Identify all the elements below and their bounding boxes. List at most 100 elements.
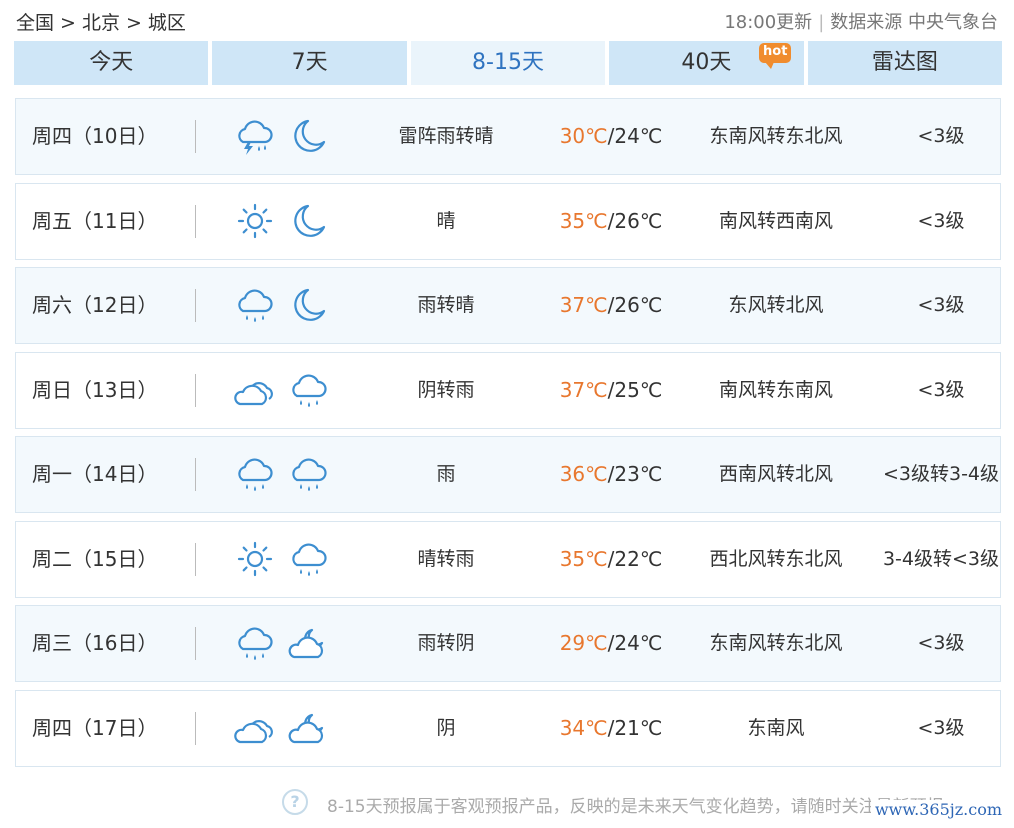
weather-description: 晴转雨 xyxy=(417,547,475,570)
rain-icon-svg xyxy=(292,542,327,576)
tab-8-15-days[interactable]: 8-15天 xyxy=(410,41,606,85)
cloudy-night-icon xyxy=(288,623,330,663)
thunder-rain-icon xyxy=(234,116,276,156)
wind-direction: 东南风转东北风 xyxy=(709,125,843,147)
wind-direction: 东风转北风 xyxy=(728,294,824,316)
low-temp: /22℃ xyxy=(607,546,663,571)
wind-level: 3-4级转<3级 xyxy=(882,547,1000,570)
wind-direction: 西北风转东北风 xyxy=(709,547,843,570)
watermark: www.365jz.com xyxy=(870,800,1006,819)
weather-description: 雷阵雨转晴 xyxy=(398,125,494,147)
low-temp: /24℃ xyxy=(607,631,663,655)
cloudy-night-icon-svg xyxy=(288,713,324,743)
forecast-day: 周五（11日） xyxy=(32,208,158,233)
update-info: 18:00更新 | 数据来源 中央气象台 xyxy=(724,8,998,34)
temperature-range: 35℃/22℃ xyxy=(536,522,686,597)
breadcrumb-separator: > xyxy=(125,12,142,34)
update-time: 18:00更新 xyxy=(724,12,813,33)
divider xyxy=(195,373,196,407)
wind-direction: 南风转东南风 xyxy=(718,378,833,401)
wind-level: <3级 xyxy=(917,209,965,232)
temperature-range: 35℃/26℃ xyxy=(536,184,686,259)
rain-icon-svg xyxy=(292,373,327,407)
low-temp: /25℃ xyxy=(607,377,663,402)
forecast-list: 周四（10日） 雷阵雨转晴 30℃/24℃ 东南风转东北风 <3级 周五（11日）晴 35℃… xyxy=(15,98,1001,774)
divider xyxy=(195,204,196,238)
forecast-day: 周二（15日） xyxy=(32,546,158,571)
forecast-row: 周二（15日） 晴转雨 35℃/22℃ 西北风转东北风 3-4级转<3级 xyxy=(15,520,1001,598)
high-temp: 29℃ xyxy=(559,631,608,655)
weather-description: 阴转雨 xyxy=(417,378,475,401)
breadcrumb: 全国 > 北京 > 城区 xyxy=(16,8,190,35)
tab-40-days-label: 40天 xyxy=(681,50,732,75)
wind-direction: 东南风转东北风 xyxy=(709,632,843,654)
moon-icon xyxy=(288,116,330,156)
breadcrumb-city[interactable]: 北京 xyxy=(82,12,120,34)
weather-description: 雨转阴 xyxy=(417,632,475,654)
temperature-range: 37℃/26℃ xyxy=(536,268,686,343)
sun-icon xyxy=(234,201,276,241)
rain-icon-svg xyxy=(292,458,327,491)
moon-icon-svg xyxy=(294,119,326,152)
cloudy-icon-svg xyxy=(234,719,273,743)
sun-icon-svg xyxy=(237,541,273,576)
temperature-range: 30℃/24℃ xyxy=(536,99,686,174)
rain-icon xyxy=(288,454,330,494)
high-temp: 37℃ xyxy=(559,377,608,402)
high-temp: 34℃ xyxy=(559,715,608,740)
wind-level: <3级 xyxy=(917,294,965,316)
tab-today[interactable]: 今天 xyxy=(14,41,209,85)
wind-direction: 南风转西南风 xyxy=(718,209,833,232)
rain-icon xyxy=(234,285,276,325)
rain-icon xyxy=(288,539,330,579)
weather-description: 雨转晴 xyxy=(417,294,475,316)
divider xyxy=(195,458,196,491)
high-temp: 36℃ xyxy=(559,462,608,486)
moon-icon xyxy=(288,285,330,325)
breadcrumb-separator: > xyxy=(60,12,76,34)
high-temp: 37℃ xyxy=(559,293,608,317)
help-icon[interactable]: ? xyxy=(282,789,308,815)
rain-icon-svg xyxy=(238,289,273,322)
temperature-range: 37℃/25℃ xyxy=(536,353,686,428)
wind-direction: 西南风转北风 xyxy=(718,463,833,485)
wind-level: <3级 xyxy=(917,632,965,654)
moon-icon-svg xyxy=(294,288,326,321)
forecast-row: 周六（12日） 雨转晴 37℃/26℃ 东风转北风 <3级 xyxy=(15,267,1001,344)
rain-icon-svg xyxy=(238,627,273,660)
high-temp: 35℃ xyxy=(559,208,608,233)
cloudy-icon-svg xyxy=(234,381,273,405)
forecast-tabs: 今天 7天 8-15天 40天 hot 雷达图 xyxy=(14,41,1003,85)
tab-40-days[interactable]: 40天 hot xyxy=(609,41,804,85)
low-temp: /26℃ xyxy=(607,293,663,317)
forecast-row: 周一（14日） 雨 36℃/23℃ 西南风转北风 <3级转3-4级 xyxy=(15,436,1001,513)
temperature-range: 34℃/21℃ xyxy=(536,691,686,766)
top-bar: 全国 > 北京 > 城区 18:00更新 | 数据来源 中央气象台 xyxy=(0,0,1014,40)
forecast-day: 周四（10日） xyxy=(32,124,158,148)
rain-icon xyxy=(234,623,276,663)
divider xyxy=(195,711,196,745)
forecast-row: 周三（16日） 雨转阴 29℃/24℃ 东南风转东北风 <3级 xyxy=(15,605,1001,682)
cloudy-icon xyxy=(234,708,276,748)
wind-level: <3级 xyxy=(917,716,965,739)
moon-icon xyxy=(288,201,330,241)
forecast-day: 周日（13日） xyxy=(32,377,158,402)
breadcrumb-country[interactable]: 全国 xyxy=(16,12,54,34)
low-temp: /26℃ xyxy=(607,208,663,233)
cloudy-night-icon-svg xyxy=(288,628,324,659)
tab-radar[interactable]: 雷达图 xyxy=(807,41,1003,85)
breadcrumb-district: 城区 xyxy=(147,12,186,34)
divider: | xyxy=(818,12,825,33)
sun-icon-svg xyxy=(237,203,273,238)
thunder-rain-icon-svg xyxy=(238,120,273,155)
divider xyxy=(195,120,196,153)
rain-icon xyxy=(234,454,276,494)
forecast-day: 周一（14日） xyxy=(32,462,158,486)
forecast-row: 周四（10日） 雷阵雨转晴 30℃/24℃ 东南风转东北风 <3级 xyxy=(15,98,1001,175)
tab-7-days[interactable]: 7天 xyxy=(212,41,407,85)
cloudy-icon xyxy=(234,370,276,410)
low-temp: /23℃ xyxy=(607,462,663,486)
temperature-range: 29℃/24℃ xyxy=(536,606,686,681)
temperature-range: 36℃/23℃ xyxy=(536,437,686,512)
data-source: 数据来源 中央气象台 xyxy=(830,12,998,33)
